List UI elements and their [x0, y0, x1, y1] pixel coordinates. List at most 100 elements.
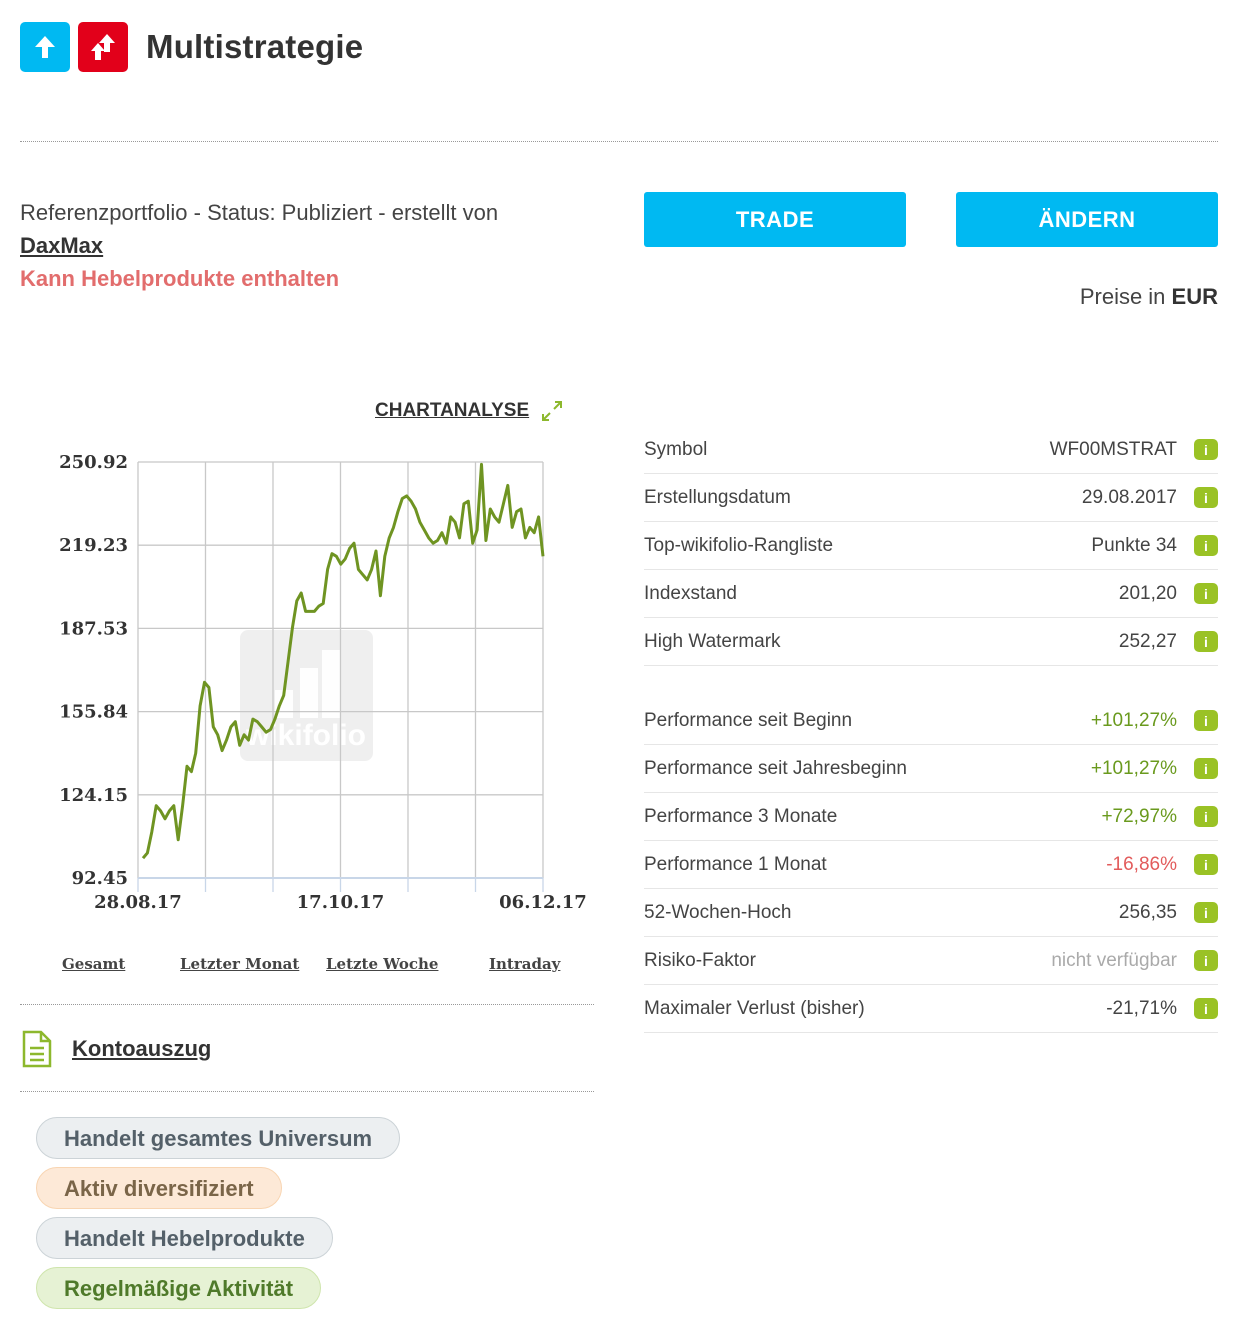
kv-row: Indexstand 201,20 i — [644, 570, 1218, 618]
y-tick-label: 155.84 — [59, 702, 128, 723]
prices-prefix: Preise in — [1079, 284, 1166, 309]
header-divider — [20, 141, 1218, 142]
watermark-bar — [322, 650, 340, 718]
account-statement-label: Kontoauszug — [72, 1036, 212, 1061]
kv-row: Maximaler Verlust (bisher) -21,71% i — [644, 985, 1218, 1033]
chart-range-links: Gesamt Letzter Monat Letzte Woche Intrad… — [20, 955, 590, 979]
kv-value: nicht verfügbar — [1051, 949, 1177, 971]
info-icon[interactable]: i — [1194, 806, 1218, 827]
portfolio-meta: Referenzportfolio - Status: Publiziert -… — [20, 196, 600, 295]
kv-value-group: +101,27% i — [1091, 710, 1218, 732]
kv-row: Performance 3 Monate +72,97% i — [644, 793, 1218, 841]
x-tick-label: 06.12.17 — [499, 892, 587, 910]
tag-diversified: Aktiv diversifiziert — [36, 1167, 282, 1209]
info-icon[interactable]: i — [1194, 854, 1218, 875]
watermark-text: wikifolio — [245, 719, 366, 752]
info-icon[interactable]: i — [1194, 487, 1218, 508]
statement-divider — [20, 1091, 594, 1092]
kv-value-group: Punkte 34 i — [1091, 535, 1218, 557]
kv-label: Symbol — [644, 438, 708, 460]
kv-value: -16,86% — [1106, 853, 1177, 875]
y-tick-label: 187.53 — [59, 618, 128, 639]
kv-value: +72,97% — [1101, 805, 1177, 827]
kv-value: 252,27 — [1118, 630, 1177, 652]
info-icon[interactable]: i — [1194, 583, 1218, 604]
edit-button[interactable]: ÄNDERN — [956, 192, 1218, 247]
range-link-gesamt[interactable]: Gesamt — [62, 955, 125, 973]
kv-value-group: 201,20 i — [1119, 583, 1218, 605]
chartanalyse-link[interactable]: CHARTANALYSE — [375, 400, 563, 422]
key-facts-table: Symbol WF00MSTRAT i Erstellungsdatum 29.08.2… — [644, 426, 1218, 666]
info-icon[interactable]: i — [1194, 439, 1218, 460]
info-icon[interactable]: i — [1194, 535, 1218, 556]
trade-button[interactable]: TRADE — [644, 192, 906, 247]
leverage-warning: Kann Hebelprodukte enthalten — [20, 266, 340, 291]
kv-row: Performance seit Jahresbeginn +101,27% i — [644, 745, 1218, 793]
range-link-letzte-woche[interactable]: Letzte Woche — [326, 955, 438, 973]
kv-row: 52-Wochen-Hoch 256,35 i — [644, 889, 1218, 937]
kv-value: 29.08.2017 — [1081, 486, 1177, 508]
kv-value: +101,27% — [1090, 757, 1177, 779]
kv-label: Indexstand — [644, 582, 737, 604]
tag-list: Handelt gesamtes Universum Aktiv diversi… — [36, 1117, 401, 1317]
document-icon — [22, 1030, 52, 1068]
kv-value-group: -21,71% i — [1106, 998, 1218, 1020]
performance-chart[interactable]: wikifolio 250.92 219.23 187.53 155.84 124.15 9… — [0, 440, 600, 910]
kv-label: Performance seit Beginn — [644, 709, 853, 731]
info-icon[interactable]: i — [1194, 631, 1218, 652]
y-tick-label: 250.92 — [59, 452, 128, 473]
status-line: Referenzportfolio - Status: Publiziert -… — [20, 200, 499, 225]
x-tick-label: 28.08.17 — [94, 892, 182, 910]
kv-value-group: 29.08.2017 i — [1082, 487, 1218, 509]
x-tick-label: 17.10.17 — [297, 892, 385, 910]
kv-label: Performance 1 Monat — [644, 853, 827, 875]
expand-icon — [542, 401, 563, 421]
range-link-letzter-monat[interactable]: Letzter Monat — [180, 955, 299, 973]
kv-label: Risiko-Faktor — [644, 949, 756, 971]
kv-value: -21,71% — [1106, 997, 1177, 1019]
account-statement-link[interactable]: Kontoauszug — [22, 1030, 211, 1068]
tag-activity: Regelmäßige Aktivität — [36, 1267, 322, 1309]
kv-label: Performance 3 Monate — [644, 805, 838, 827]
author-link[interactable]: DaxMax — [20, 233, 103, 258]
price-currency-info: Preise in EUR — [1080, 284, 1218, 310]
kv-value: 201,20 — [1118, 582, 1177, 604]
performance-table: Performance seit Beginn +101,27% i Performa… — [644, 697, 1218, 1033]
kv-label: Top-wikifolio-Rangliste — [644, 534, 834, 556]
y-tick-label: 92.45 — [72, 868, 128, 889]
y-tick-label: 124.15 — [59, 785, 128, 806]
kv-value-group: 256,35 i — [1119, 902, 1218, 924]
info-icon[interactable]: i — [1194, 758, 1218, 779]
kv-label: Erstellungsdatum — [644, 486, 791, 508]
kv-row: Performance 1 Monat -16,86% i — [644, 841, 1218, 889]
kv-row: Symbol WF00MSTRAT i — [644, 426, 1218, 474]
info-icon[interactable]: i — [1194, 710, 1218, 731]
prices-currency: EUR — [1171, 284, 1218, 309]
info-icon[interactable]: i — [1194, 902, 1218, 923]
kv-value-group: 252,27 i — [1119, 631, 1218, 653]
kv-value: 256,35 — [1118, 901, 1177, 923]
kv-row: Risiko-Faktor nicht verfügbar i — [644, 937, 1218, 985]
info-icon[interactable]: i — [1194, 998, 1218, 1019]
y-tick-label: 219.23 — [59, 535, 128, 556]
kv-value: Punkte 34 — [1091, 534, 1177, 556]
page-title: Multistrategie — [146, 28, 364, 65]
watermark-bar — [300, 668, 318, 718]
kv-row: Performance seit Beginn +101,27% i — [644, 697, 1218, 745]
kv-value-group: -16,86% i — [1106, 854, 1218, 876]
kv-row: High Watermark 252,27 i — [644, 618, 1218, 666]
kv-value: WF00MSTRAT — [1049, 438, 1177, 460]
chart-divider — [20, 1004, 594, 1005]
arrow-up-icon — [20, 22, 70, 72]
kv-label: 52-Wochen-Hoch — [644, 901, 792, 923]
tag-leverage: Handelt Hebelprodukte — [36, 1217, 333, 1259]
kv-value: +101,27% — [1090, 709, 1177, 731]
range-link-intraday[interactable]: Intraday — [489, 955, 560, 973]
info-icon[interactable]: i — [1194, 950, 1218, 971]
kv-value-group: WF00MSTRAT i — [1050, 439, 1218, 461]
kv-row: Erstellungsdatum 29.08.2017 i — [644, 474, 1218, 522]
kv-row: Top-wikifolio-Rangliste Punkte 34 i — [644, 522, 1218, 570]
kv-value-group: nicht verfügbar i — [1051, 950, 1218, 972]
chartanalyse-label: CHARTANALYSE — [375, 400, 530, 421]
tag-universe: Handelt gesamtes Universum — [36, 1117, 401, 1159]
